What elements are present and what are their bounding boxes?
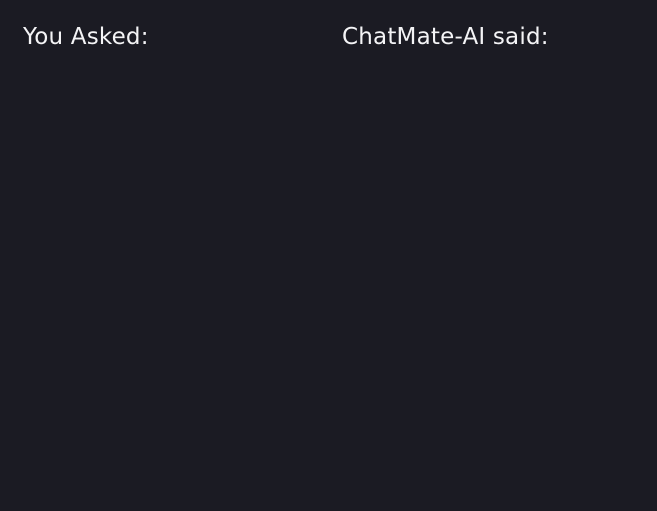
ai-response-body xyxy=(320,64,657,511)
user-question-panel: You Asked: xyxy=(0,0,320,511)
you-asked-heading: You Asked: xyxy=(23,24,149,50)
chat-view: You Asked: ChatMate-AI said: xyxy=(0,0,657,511)
ai-said-heading: ChatMate-AI said: xyxy=(342,24,549,50)
user-question-body xyxy=(0,64,320,511)
ai-response-panel: ChatMate-AI said: xyxy=(320,0,657,511)
